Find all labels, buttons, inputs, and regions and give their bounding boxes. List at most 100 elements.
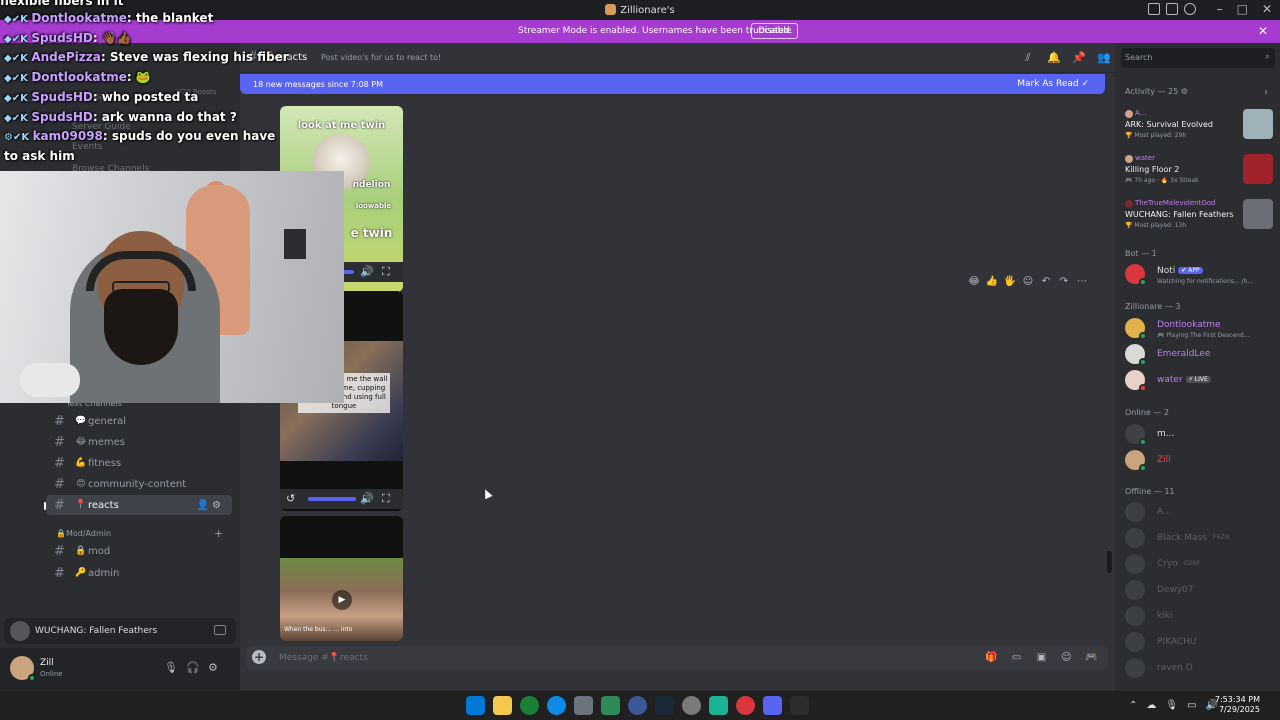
notification-bell-icon[interactable]: 🔔	[1047, 52, 1061, 64]
video-embed[interactable]: ▶ When the bus... ... into	[280, 516, 403, 641]
add-channel-icon[interactable]: +	[214, 527, 223, 540]
member-item[interactable]: PIKACHU	[1125, 630, 1277, 654]
calculator-icon[interactable]	[574, 696, 593, 715]
channel-mod[interactable]: # 🔒 mod	[46, 541, 232, 561]
windows-taskbar: ⌃ ☁ 🎙 ▭ 🔊 7:53:34 PM 7/29/2025	[0, 690, 1280, 720]
member-item[interactable]: Black Mass FRZN	[1125, 526, 1277, 550]
volume-slider[interactable]	[308, 497, 356, 501]
settings-icon[interactable]	[682, 696, 701, 715]
member-list-icon[interactable]: 👥	[1097, 52, 1111, 64]
gift-icon[interactable]: 🎁	[985, 651, 998, 664]
volume-icon[interactable]: 🔊	[360, 265, 374, 278]
maximize-icon[interactable]: □	[1237, 2, 1248, 16]
titlebar-icons	[1148, 3, 1196, 15]
status-dot	[1139, 438, 1147, 446]
steam-icon[interactable]	[655, 696, 674, 715]
game-icon[interactable]	[790, 696, 809, 715]
member-item[interactable]: Cryo CDSF	[1125, 552, 1277, 576]
mic-tray-icon[interactable]: 🎙	[1165, 700, 1178, 711]
replay-icon[interactable]: ↺	[286, 492, 295, 505]
member-item[interactable]: m...	[1125, 422, 1277, 446]
channel-settings-icon[interactable]: 👤⚙	[197, 500, 224, 511]
discord-icon[interactable]	[763, 696, 782, 715]
activity-avatar	[10, 621, 30, 641]
minimize-icon[interactable]: –	[1217, 2, 1223, 16]
volume-icon[interactable]: 🔊	[360, 492, 374, 505]
pin-icon[interactable]: 📌	[1072, 52, 1086, 64]
edge-icon[interactable]	[547, 696, 566, 715]
channel-fitness[interactable]: # 💪 fitness	[46, 453, 232, 473]
more-icon[interactable]: ⋯	[1075, 275, 1089, 289]
fullscreen-icon[interactable]: ⛶	[382, 492, 390, 506]
obs-icon[interactable]	[736, 696, 755, 715]
disable-button[interactable]: Disable	[751, 23, 799, 39]
taskbar-clock[interactable]: 7:53:34 PM 7/29/2025	[1215, 695, 1260, 715]
start-icon[interactable]	[466, 696, 485, 715]
sticker-icon[interactable]: ▣	[1035, 651, 1048, 664]
search-input[interactable]: Search ⌕	[1121, 48, 1275, 68]
channel-reacts[interactable]: # 📍 reacts 👤⚙	[46, 495, 232, 515]
forward-icon[interactable]: ↷	[1057, 275, 1071, 289]
chat-badges-icon: ⚙✔K	[4, 132, 33, 143]
activity-card[interactable]: A... ARK: Survival Evolved 🏆 Most played…	[1121, 109, 1273, 149]
reply-icon[interactable]: ↶	[1039, 275, 1053, 289]
microphone-icon[interactable]: 🎙	[164, 661, 178, 674]
channel-topic[interactable]: Post video's for us to react to!	[321, 53, 441, 62]
close-window-icon[interactable]: ✕	[1262, 2, 1272, 16]
add-reaction-icon[interactable]: ☺	[1021, 275, 1035, 289]
reaction-laugh-icon[interactable]: 😂	[967, 275, 981, 289]
threads-icon[interactable]: ⫽	[1022, 52, 1034, 64]
help-icon[interactable]	[1184, 3, 1196, 15]
mark-as-read-button[interactable]: Mark As Read ✓	[1017, 79, 1089, 89]
xbox-icon[interactable]	[520, 696, 539, 715]
member-item[interactable]: water ⚡ LIVE	[1125, 368, 1277, 392]
member-item[interactable]: Noti ✔ APP Watching for notifications... …	[1125, 262, 1277, 286]
scrollbar[interactable]	[1107, 551, 1112, 573]
chevron-up-icon[interactable]: ⌃	[1129, 700, 1137, 711]
gif-icon[interactable]: ▭	[1010, 651, 1023, 664]
channel-community-content[interactable]: # 😍 community-content	[46, 474, 232, 494]
channel-admin[interactable]: # 🔑 admin	[46, 563, 232, 583]
message-composer[interactable]: + Message #📍reacts 🎁 ▭ ▣ ☺ 🎮	[246, 646, 1108, 670]
apps-icon[interactable]: 🎮	[1085, 651, 1098, 664]
file-explorer-icon[interactable]	[493, 696, 512, 715]
headphones-icon[interactable]: 🎧	[186, 661, 200, 674]
activity-card[interactable]: water Killing Floor 2 🎮 7h ago · 🔥 3x St…	[1121, 154, 1273, 194]
channel-memes[interactable]: # 😂 memes	[46, 432, 232, 452]
channel-general[interactable]: # 💬 general	[46, 411, 232, 431]
attach-plus-icon[interactable]: +	[252, 650, 266, 664]
member-item[interactable]: raven O	[1125, 656, 1277, 680]
member-item[interactable]: EmeraldLee	[1125, 342, 1277, 366]
message-input[interactable]: Message #📍reacts	[279, 653, 368, 663]
nav-events[interactable]: Events	[72, 142, 102, 152]
user-status: Online	[40, 670, 63, 678]
member-item[interactable]: kiki	[1125, 604, 1277, 628]
reaction-thumbs-icon[interactable]: 👍	[985, 275, 999, 289]
play-icon[interactable]: ▶	[332, 590, 352, 610]
member-item[interactable]: Dewy07	[1125, 578, 1277, 602]
reaction-wave-icon[interactable]: 🖐	[1003, 275, 1017, 289]
fullscreen-icon[interactable]: ⛶	[382, 265, 390, 279]
new-messages-bar[interactable]: 18 new messages since 7:08 PM Mark As Re…	[240, 74, 1105, 94]
emoji-icon[interactable]: ☺	[1060, 651, 1073, 664]
activity-card[interactable]: TheTrueMalevolentGod WUCHANG: Fallen Fea…	[1121, 199, 1273, 239]
activity-expand-icon[interactable]	[214, 625, 226, 635]
user-settings-icon[interactable]: ⚙	[208, 661, 218, 674]
inbox-icon[interactable]	[1148, 3, 1160, 15]
category-mod-admin[interactable]: 🔒Mod/Admin	[56, 529, 111, 538]
guild-tag: CDSF	[1183, 560, 1200, 567]
username[interactable]: Zill	[40, 658, 54, 668]
sheets-icon[interactable]	[601, 696, 620, 715]
hash-icon: #	[54, 455, 65, 471]
display-icon[interactable]: ▭	[1187, 700, 1196, 711]
window-icon[interactable]	[1166, 3, 1178, 15]
activity-panel[interactable]: WUCHANG: Fallen Feathers	[4, 618, 236, 644]
cloud-icon[interactable]: ☁	[1146, 700, 1156, 711]
member-item[interactable]: A...	[1125, 500, 1277, 524]
chevron-right-icon[interactable]: ›	[1264, 87, 1268, 98]
member-item[interactable]: Zill	[1125, 448, 1277, 472]
app-icon[interactable]	[709, 696, 728, 715]
close-banner-icon[interactable]: ✕	[1258, 24, 1268, 38]
wordpad-icon[interactable]	[628, 696, 647, 715]
member-item[interactable]: Dontlookatme 🎮 Playing The First Descend…	[1125, 316, 1277, 340]
